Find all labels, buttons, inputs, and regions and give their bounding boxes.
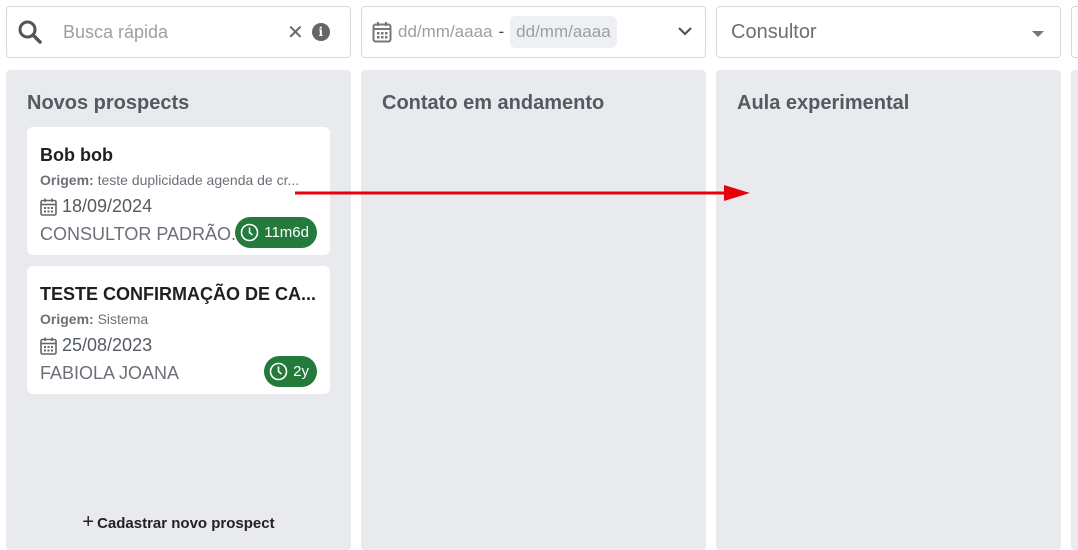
prospect-consultor: FABIOLA JOANA (40, 363, 180, 383)
prospect-consultor: CONSULTOR PADRÃO... (40, 224, 247, 244)
calendar-icon (372, 22, 392, 43)
age-badge: 11m6d (235, 217, 317, 248)
clock-icon (240, 223, 259, 242)
end-date-input[interactable]: dd/mm/aaaa (510, 16, 617, 48)
filter-bar: ✕ i dd/mm/aaaa - dd/mm/aaaa Consultor (0, 0, 1078, 64)
extra-filter[interactable] (1071, 6, 1078, 58)
column-contato-em-andamento: Contato em andamento (361, 70, 706, 550)
chevron-down-icon[interactable] (677, 23, 693, 39)
column-title: Contato em andamento (382, 92, 605, 114)
column-title: Aula experimental (737, 92, 910, 114)
clock-icon (269, 362, 288, 381)
plus-icon: + (82, 511, 95, 533)
search-input[interactable] (63, 21, 273, 43)
add-prospect-button[interactable]: + Cadastrar novo prospect (6, 511, 351, 534)
prospect-date: 25/08/2023 (40, 335, 152, 356)
start-date-input[interactable]: dd/mm/aaaa (398, 22, 493, 42)
date-separator: - (498, 22, 505, 41)
prospect-origem: Origem: teste duplicidade agenda de cr..… (40, 172, 300, 188)
date-range-filter[interactable]: dd/mm/aaaa - dd/mm/aaaa (361, 6, 706, 58)
clear-icon[interactable]: ✕ (287, 20, 304, 45)
calendar-icon (40, 198, 57, 216)
calendar-icon (40, 337, 57, 355)
prospect-name: TESTE CONFIRMAÇÃO DE CA... (40, 284, 317, 304)
prospect-card[interactable]: TESTE CONFIRMAÇÃO DE CA... Origem: Siste… (27, 266, 330, 394)
search-icon (18, 20, 42, 44)
prospect-name: Bob bob (40, 145, 113, 165)
column-next (1071, 70, 1078, 550)
search-box: ✕ i (6, 6, 351, 58)
consultor-select[interactable]: Consultor (716, 6, 1061, 58)
prospect-card[interactable]: Bob bob Origem: teste duplicidade agenda… (27, 127, 330, 255)
column-title: Novos prospects (27, 92, 190, 114)
info-icon[interactable]: i (311, 23, 330, 41)
column-novos-prospects: Novos prospects Bob bob Origem: teste du… (6, 70, 351, 550)
prospect-origem: Origem: Sistema (40, 311, 149, 327)
prospect-date: 18/09/2024 (40, 196, 152, 217)
consultor-select-label: Consultor (731, 20, 817, 43)
caret-down-icon (1032, 31, 1044, 37)
age-badge: 2y (264, 356, 317, 387)
column-aula-experimental: Aula experimental (716, 70, 1061, 550)
